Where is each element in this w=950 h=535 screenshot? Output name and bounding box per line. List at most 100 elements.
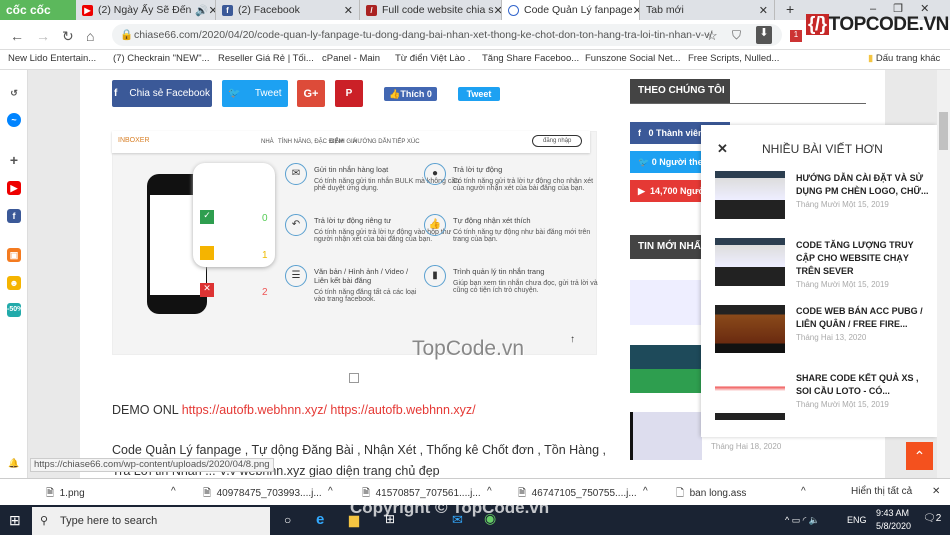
close-downloads-icon[interactable]: ✕ xyxy=(932,486,940,497)
shop-icon[interactable]: ▣ xyxy=(7,248,21,262)
facebook-icon[interactable]: f xyxy=(7,209,21,223)
close-tab-icon[interactable]: ✕ xyxy=(208,4,215,17)
clock-time[interactable]: 9:43 AM xyxy=(876,508,909,518)
bookmark-item[interactable]: cPanel - Main xyxy=(322,53,380,64)
list-icon: ☰ xyxy=(285,265,307,287)
latest-thumb[interactable] xyxy=(630,345,702,393)
article-paragraph: Code Quản Lý fanpage , Tự dộng Đăng Bài … xyxy=(112,443,606,457)
download-icon[interactable]: ⬇ xyxy=(756,26,772,44)
feature-item: Trả lời tự động Có tính năng gửi trả lời … xyxy=(453,165,594,192)
site-icon: / xyxy=(366,4,377,16)
post-thumb[interactable] xyxy=(715,372,785,420)
home-icon[interactable]: ⌂ xyxy=(86,28,94,44)
notification-bell-icon[interactable]: 🔔 xyxy=(7,456,21,470)
back-icon[interactable]: ← xyxy=(10,28,24,44)
post-thumb[interactable] xyxy=(715,171,785,219)
feature-item: Trình quản lý tin nhắn trang Giúp bạn xem… xyxy=(453,267,598,294)
extension-icon[interactable]: 1 xyxy=(790,30,802,42)
messenger-icon[interactable]: ~ xyxy=(7,113,21,127)
history-icon[interactable]: ↺ xyxy=(7,86,21,100)
add-icon[interactable]: + xyxy=(7,153,21,167)
bookmark-item[interactable]: Tăng Share Faceboo... xyxy=(482,53,579,64)
copyright-watermark: Copyright © TopCode.vn xyxy=(350,498,550,517)
bookmark-star-icon[interactable]: ☆ xyxy=(706,28,718,44)
close-tab-icon[interactable]: ✕ xyxy=(633,4,639,17)
popup-item[interactable]: SHARE CODE KẾT QUẢ XS , SOI CẦU LOTO - C… xyxy=(796,372,931,409)
bookmark-item[interactable]: (7) Checkrain "NEW"... xyxy=(113,53,209,64)
envelope-icon: ✉ xyxy=(285,163,307,185)
tweet-button[interactable]: Tweet xyxy=(458,87,500,101)
bookmark-item[interactable]: New Lido Entertain... xyxy=(8,53,96,64)
notification-center-icon[interactable]: 🗨2 xyxy=(923,513,941,524)
sale-icon[interactable]: -50% xyxy=(7,303,23,317)
bookmark-item[interactable]: Reseller Giá Rẻ | Tối... xyxy=(218,53,314,64)
language-indicator[interactable]: ENG xyxy=(847,515,867,525)
latest-date: Tháng Hai 18, 2020 xyxy=(711,441,782,452)
clock-date[interactable]: 5/8/2020 xyxy=(876,521,911,531)
share-pinterest-button[interactable]: P xyxy=(335,80,363,107)
taskbar-search[interactable]: ⚲ Type here to search xyxy=(32,507,270,535)
demo-link[interactable]: https://autofb.webhnn.xyz/ xyxy=(330,403,475,417)
download-item[interactable]: 🗎 40978475_703993....j... ^ xyxy=(203,486,333,503)
file-icon: ▮ xyxy=(424,265,446,287)
status-url: https://chiase66.com/wp-content/uploads/… xyxy=(30,458,274,472)
like-button[interactable]: 👍 Thích 0 xyxy=(384,87,437,101)
tab-youtube[interactable]: ▶(2) Ngày Ấy Sẽ Đến🔊✕ xyxy=(76,0,216,20)
windows-start-icon[interactable]: ⊞ xyxy=(9,512,21,529)
tab-fullcode[interactable]: / Full code website chia s ✕ xyxy=(360,0,502,20)
chiase66-icon xyxy=(508,4,519,16)
check-icon: ✓ xyxy=(200,210,214,224)
share-twitter-button[interactable]: 🐦 Tweet xyxy=(222,80,288,107)
popup-item[interactable]: CODE WEB BÁN ACC PUBG / LIÊN QUÂN / FREE… xyxy=(796,305,931,342)
close-tab-icon[interactable]: ✕ xyxy=(493,4,501,17)
popup-item[interactable]: CODE TĂNG LƯỢNG TRUY CẬP CHO WEBSITE CHẠ… xyxy=(796,239,931,289)
forward-icon[interactable]: → xyxy=(36,28,50,44)
lock-icon: 🔒 xyxy=(120,29,134,41)
topcode-logo: {/} TOPCODE.VN xyxy=(806,14,949,35)
post-thumb[interactable] xyxy=(715,238,785,286)
youtube-icon[interactable]: ▶ xyxy=(7,181,21,195)
latest-thumb[interactable] xyxy=(630,280,702,325)
url-input[interactable]: 🔒 chiase66.com/2020/04/20/code-quan-ly-fa… xyxy=(112,24,782,46)
left-sidebar xyxy=(0,70,28,478)
edge-icon[interactable]: e xyxy=(316,511,324,528)
task-view-icon[interactable]: ○ xyxy=(284,513,291,527)
facebook-icon: f xyxy=(114,88,118,99)
share-facebook-button[interactable]: f Chia sẻ Facebook xyxy=(112,80,212,107)
reply-icon: ↶ xyxy=(285,214,307,236)
cross-icon: ✕ xyxy=(200,283,214,297)
other-bookmarks[interactable]: ▮ Dấu trang khác xyxy=(868,53,940,64)
bookmark-item[interactable]: Từ điển Việt Lào . xyxy=(395,53,470,64)
bookmark-item[interactable]: Free Scripts, Nulled... xyxy=(688,53,779,64)
download-item[interactable]: 🗎 1.png ^ xyxy=(46,486,176,503)
youtube-icon: ▶ xyxy=(82,4,93,16)
feature-item: Tự động nhận xét thích Có tính năng tự độ… xyxy=(453,216,591,243)
close-tab-icon[interactable]: ✕ xyxy=(759,4,768,17)
demo-link[interactable]: https://autofb.webhnn.xyz/ xyxy=(182,403,327,417)
page-scrollbar[interactable] xyxy=(937,70,950,478)
pending-icon xyxy=(200,246,214,260)
browser-logo[interactable]: cốc cốc xyxy=(0,0,76,20)
tray-icons[interactable]: ^ ▭ ◜ 🔈 xyxy=(785,515,820,526)
facebook-icon: f xyxy=(222,4,233,16)
close-tab-icon[interactable]: ✕ xyxy=(344,4,353,17)
latest-thumb[interactable] xyxy=(630,412,702,460)
popup-item[interactable]: HƯỚNG DẪN CÀI ĐẶT VÀ SỬ DỤNG PM CHÈN LOG… xyxy=(796,172,931,209)
tab-code-quan-ly[interactable]: Code Quản Lý fanpage✕ xyxy=(502,0,640,20)
scroll-top-icon[interactable]: ↑ xyxy=(570,334,575,345)
download-item[interactable]: 🗋 ban long.ass ^ xyxy=(676,486,806,503)
share-gplus-button[interactable]: G+ xyxy=(297,80,325,107)
new-tab-button[interactable]: + xyxy=(786,1,794,17)
image-navbar: INBOXER NHÀ TÍNH NĂNG, ĐẶC ĐIỂM ĐỊNH GIÁ… xyxy=(112,131,590,153)
bookmark-item[interactable]: Funszone Social Net... xyxy=(585,53,681,64)
show-all-downloads[interactable]: Hiển thị tất cả xyxy=(851,486,912,497)
tab-new[interactable]: Tab mới ✕ xyxy=(640,0,775,20)
back-to-top-button[interactable]: ⌃ xyxy=(906,442,933,470)
reload-icon[interactable]: ↻ xyxy=(62,28,74,45)
audio-icon: 🔊 xyxy=(195,4,209,17)
game-icon[interactable]: ☻ xyxy=(7,276,21,290)
tab-facebook[interactable]: f (2) Facebook ✕ xyxy=(216,0,360,20)
shield-icon[interactable]: ⛉ xyxy=(732,28,741,43)
close-popup-icon[interactable]: ✕ xyxy=(717,141,728,157)
post-thumb[interactable] xyxy=(715,305,785,353)
